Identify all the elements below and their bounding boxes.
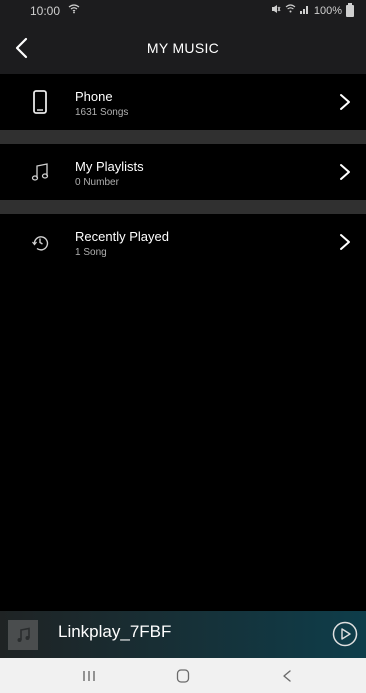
album-art-icon [8,620,38,650]
device-name: Linkplay_7FBF [58,622,172,641]
recent-apps-button[interactable] [74,667,104,685]
music-note-icon [28,158,52,186]
list-item-subtitle: 1631 Songs [75,107,129,118]
status-right: 100% [271,2,354,17]
system-nav-bar [0,658,366,693]
back-icon [283,670,291,682]
list-item-subtitle: 1 Song [75,247,107,258]
list-item-phone[interactable]: Phone 1631 Songs [0,74,366,130]
list-item-label: Phone [75,89,113,104]
battery-percent: 100% [313,4,342,17]
section-separator [0,130,366,144]
mute-icon [271,4,281,17]
recent-apps-icon [83,671,95,681]
list-item-label: My Playlists [75,159,144,174]
list-item-recently-played[interactable]: Recently Played 1 Song [0,214,366,270]
signal-icon [299,4,310,17]
wifi-icon [68,4,80,17]
chevron-right-icon [338,162,352,182]
page-title: MY MUSIC [146,40,220,56]
phone-icon [28,88,52,116]
chevron-right-icon [338,92,352,112]
back-nav-button[interactable] [272,667,302,685]
list-item-my-playlists[interactable]: My Playlists 0 Number [0,144,366,200]
wifi-status-icon [285,4,296,17]
battery-icon [346,2,354,17]
list-item-subtitle: 0 Number [75,177,119,188]
play-button[interactable] [332,621,358,647]
app-header: MY MUSIC [0,22,366,74]
status-bar: 10:00 100% [0,0,366,22]
section-separator [0,200,366,214]
chevron-right-icon [338,232,352,252]
list-item-label: Recently Played [75,229,169,244]
clock-icon [28,228,52,256]
status-time: 10:00 [30,4,61,18]
play-icon [332,621,358,647]
home-icon [176,669,190,683]
now-playing-bar[interactable]: Linkplay_7FBF [0,611,366,658]
home-button[interactable] [168,667,198,685]
